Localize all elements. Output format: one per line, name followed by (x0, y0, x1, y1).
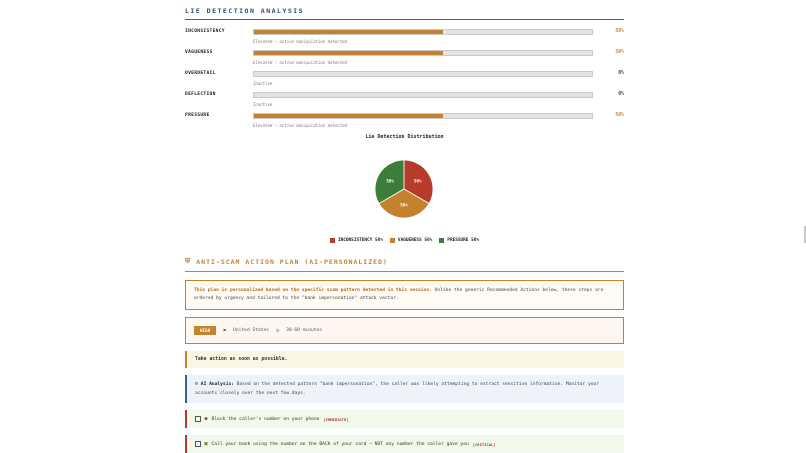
pie-chart-container: 56% 56% 56% (185, 140, 624, 240)
action-plan-title: ⛨ ANTI-SCAM ACTION PLAN (AI-PERSONALIZED… (185, 257, 624, 272)
metric-note: Inactive (253, 102, 273, 107)
pie-slice-label: 56% (414, 179, 422, 184)
robot-icon: ⚙ (195, 381, 199, 387)
ai-analysis-box: ⚙ AI Analysis: Based on the detected pat… (185, 375, 624, 403)
action-item[interactable]: ■ Call your bank using the number on the… (185, 435, 624, 453)
plan-meta: HIGH ⚑ United States ◷ 30-60 minutes (185, 317, 624, 344)
section-title: LIE DETECTION ANALYSIS (185, 7, 624, 20)
pie-slice-label: 56% (400, 202, 408, 207)
action-tag: [CRITICAL] (472, 441, 496, 447)
metric-label: VAGUENESS (185, 50, 213, 55)
action-checkbox[interactable] (195, 441, 201, 447)
pie-slice-label: 56% (386, 179, 394, 184)
metric-bar (253, 71, 593, 77)
metric-label: INCONSISTENCY (185, 29, 225, 34)
metric-bar (253, 113, 593, 119)
clock-icon: ◷ (276, 327, 280, 334)
action-tag: [IMMEDIATE] (323, 416, 349, 422)
metric-bar-fill (254, 51, 444, 55)
metric-note: Elevated — active manipulation detected (253, 39, 347, 44)
action-text: Call your bank using the number on the B… (211, 441, 469, 447)
metric-percent: 0% (618, 71, 624, 76)
shield-icon: ⛨ (185, 257, 192, 265)
metric-label: PRESSURE (185, 113, 210, 118)
block-icon: ● (204, 416, 208, 422)
action-plan-title-text: ANTI-SCAM ACTION PLAN (AI-PERSONALIZED) (196, 257, 388, 266)
metric-percent: 56% (615, 50, 624, 55)
metric-percent: 56% (615, 29, 624, 34)
metric-row-overdetail: OVERDETAIL 0% Inactive (185, 66, 624, 87)
plan-intro: This plan is personalized based on the s… (185, 280, 624, 310)
pie-chart: 56% 56% 56% (374, 159, 434, 219)
bank-icon: ■ (204, 441, 208, 447)
metric-note: Inactive (253, 81, 273, 86)
metric-bar (253, 50, 593, 56)
metric-note: Elevated — active manipulation detected (253, 123, 347, 128)
metric-label: OVERDETAIL (185, 71, 216, 76)
duration-label: 30-60 minutes (286, 328, 323, 333)
metric-note: Elevated — active manipulation detected (253, 60, 347, 65)
ai-analysis-text: Based on the detected pattern "bank impe… (195, 382, 600, 396)
country-label: United States (233, 328, 270, 333)
urgency-badge: HIGH (194, 326, 217, 335)
ai-analysis-label: AI Analysis: (200, 382, 234, 387)
metric-row-deflection: DEFLECTION 0% Inactive (185, 87, 624, 108)
metric-bar-fill (254, 30, 444, 34)
metrics-list: INCONSISTENCY 56% Elevated — active manipu… (185, 24, 624, 129)
metric-row-inconsistency: INCONSISTENCY 56% Elevated — active manipu… (185, 24, 624, 45)
metric-bar (253, 92, 593, 98)
metric-bar (253, 29, 593, 35)
plan-intro-bold: This plan is personalized based on the s… (194, 288, 432, 293)
flag-icon: ⚑ (223, 327, 227, 334)
action-checkbox[interactable] (195, 416, 201, 422)
action-item[interactable]: ● Block the caller's number on your phon… (185, 410, 624, 428)
report-panel: LIE DETECTION ANALYSIS INCONSISTENCY 56% E… (185, 0, 624, 453)
warning-banner: Take action as soon as possible. (185, 351, 624, 368)
metric-row-vagueness: VAGUENESS 56% Elevated — active manipulati… (185, 45, 624, 66)
metric-row-pressure: PRESSURE 56% Elevated — active manipulatio… (185, 108, 624, 129)
action-text: Block the caller's number on your phone (211, 416, 320, 422)
metric-label: DEFLECTION (185, 92, 216, 97)
metric-bar-fill (254, 114, 444, 118)
metric-percent: 0% (618, 92, 624, 97)
metric-percent: 56% (615, 113, 624, 118)
